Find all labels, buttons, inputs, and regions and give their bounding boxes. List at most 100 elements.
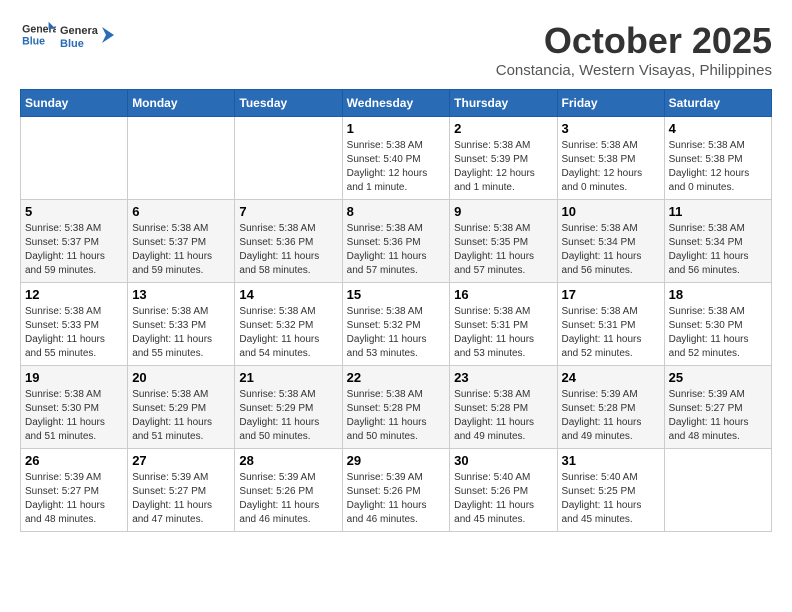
logo-arrow-icon bbox=[98, 25, 118, 45]
calendar-cell bbox=[235, 117, 342, 200]
day-info: Sunrise: 5:38 AM Sunset: 5:30 PM Dayligh… bbox=[25, 388, 123, 444]
calendar-cell: 21 Sunrise: 5:38 AM Sunset: 5:29 PM Dayli… bbox=[235, 366, 342, 449]
day-info: Sunrise: 5:39 AM Sunset: 5:28 PM Dayligh… bbox=[562, 388, 660, 444]
calendar-week-3: 12 Sunrise: 5:38 AM Sunset: 5:33 PM Dayli… bbox=[21, 283, 772, 366]
day-number: 22 bbox=[347, 370, 446, 385]
day-number: 26 bbox=[25, 453, 123, 468]
calendar-cell: 4Sunrise: 5:38 AM Sunset: 5:38 PM Daylig… bbox=[664, 117, 771, 200]
day-info: Sunrise: 5:38 AM Sunset: 5:37 PM Dayligh… bbox=[132, 222, 230, 278]
day-number: 10 bbox=[562, 204, 660, 219]
weekday-header-saturday: Saturday bbox=[664, 90, 771, 117]
day-info: Sunrise: 5:38 AM Sunset: 5:28 PM Dayligh… bbox=[454, 388, 552, 444]
svg-text:Blue: Blue bbox=[22, 36, 45, 48]
day-number: 1 bbox=[347, 121, 446, 136]
weekday-header-monday: Monday bbox=[128, 90, 235, 117]
day-number: 15 bbox=[347, 287, 446, 302]
logo-blue: Blue bbox=[60, 38, 84, 50]
day-info: Sunrise: 5:38 AM Sunset: 5:31 PM Dayligh… bbox=[562, 305, 660, 361]
calendar-table: SundayMondayTuesdayWednesdayThursdayFrid… bbox=[20, 89, 772, 532]
day-info: Sunrise: 5:38 AM Sunset: 5:34 PM Dayligh… bbox=[562, 222, 660, 278]
day-number: 5 bbox=[25, 204, 123, 219]
day-info: Sunrise: 5:40 AM Sunset: 5:26 PM Dayligh… bbox=[454, 471, 552, 527]
day-info: Sunrise: 5:38 AM Sunset: 5:38 PM Dayligh… bbox=[669, 139, 767, 195]
calendar-week-5: 26 Sunrise: 5:39 AM Sunset: 5:27 PM Dayli… bbox=[21, 449, 772, 532]
day-info: Sunrise: 5:38 AM Sunset: 5:36 PM Dayligh… bbox=[347, 222, 446, 278]
calendar-cell: 10 Sunrise: 5:38 AM Sunset: 5:34 PM Dayli… bbox=[557, 200, 664, 283]
calendar-cell: 18 Sunrise: 5:38 AM Sunset: 5:30 PM Dayli… bbox=[664, 283, 771, 366]
day-info: Sunrise: 5:40 AM Sunset: 5:25 PM Dayligh… bbox=[562, 471, 660, 527]
weekday-header-row: SundayMondayTuesdayWednesdayThursdayFrid… bbox=[21, 90, 772, 117]
day-number: 25 bbox=[669, 370, 767, 385]
day-number: 16 bbox=[454, 287, 552, 302]
month-title: October 2025 bbox=[496, 20, 772, 62]
day-info: Sunrise: 5:38 AM Sunset: 5:33 PM Dayligh… bbox=[25, 305, 123, 361]
day-number: 24 bbox=[562, 370, 660, 385]
logo: General Blue General Blue bbox=[20, 20, 118, 50]
weekday-header-thursday: Thursday bbox=[450, 90, 557, 117]
day-info: Sunrise: 5:38 AM Sunset: 5:32 PM Dayligh… bbox=[347, 305, 446, 361]
calendar-cell: 9Sunrise: 5:38 AM Sunset: 5:35 PM Daylig… bbox=[450, 200, 557, 283]
weekday-header-tuesday: Tuesday bbox=[235, 90, 342, 117]
day-info: Sunrise: 5:38 AM Sunset: 5:33 PM Dayligh… bbox=[132, 305, 230, 361]
calendar-cell: 25 Sunrise: 5:39 AM Sunset: 5:27 PM Dayli… bbox=[664, 366, 771, 449]
day-info: Sunrise: 5:38 AM Sunset: 5:29 PM Dayligh… bbox=[132, 388, 230, 444]
calendar-cell: 14Sunrise: 5:38 AM Sunset: 5:32 PM Dayli… bbox=[235, 283, 342, 366]
day-info: Sunrise: 5:38 AM Sunset: 5:30 PM Dayligh… bbox=[669, 305, 767, 361]
calendar-cell: 19Sunrise: 5:38 AM Sunset: 5:30 PM Dayli… bbox=[21, 366, 128, 449]
day-info: Sunrise: 5:39 AM Sunset: 5:26 PM Dayligh… bbox=[239, 471, 337, 527]
day-info: Sunrise: 5:39 AM Sunset: 5:26 PM Dayligh… bbox=[347, 471, 446, 527]
calendar-cell: 22 Sunrise: 5:38 AM Sunset: 5:28 PM Dayli… bbox=[342, 366, 450, 449]
day-number: 29 bbox=[347, 453, 446, 468]
calendar-cell: 31 Sunrise: 5:40 AM Sunset: 5:25 PM Dayli… bbox=[557, 449, 664, 532]
logo-icon: General Blue bbox=[20, 20, 56, 50]
day-number: 18 bbox=[669, 287, 767, 302]
calendar-cell: 23 Sunrise: 5:38 AM Sunset: 5:28 PM Dayli… bbox=[450, 366, 557, 449]
calendar-cell: 26Sunrise: 5:39 AM Sunset: 5:27 PM Dayli… bbox=[21, 449, 128, 532]
calendar-week-2: 5 Sunrise: 5:38 AM Sunset: 5:37 PM Daylig… bbox=[21, 200, 772, 283]
calendar-cell: 15 Sunrise: 5:38 AM Sunset: 5:32 PM Dayli… bbox=[342, 283, 450, 366]
day-info: Sunrise: 5:38 AM Sunset: 5:28 PM Dayligh… bbox=[347, 388, 446, 444]
calendar-cell: 8 Sunrise: 5:38 AM Sunset: 5:36 PM Daylig… bbox=[342, 200, 450, 283]
calendar-cell: 24 Sunrise: 5:39 AM Sunset: 5:28 PM Dayli… bbox=[557, 366, 664, 449]
day-number: 3 bbox=[562, 121, 660, 136]
calendar-cell: 29 Sunrise: 5:39 AM Sunset: 5:26 PM Dayli… bbox=[342, 449, 450, 532]
day-info: Sunrise: 5:38 AM Sunset: 5:40 PM Dayligh… bbox=[347, 139, 446, 195]
calendar-week-1: 1 Sunrise: 5:38 AM Sunset: 5:40 PM Daylig… bbox=[21, 117, 772, 200]
day-number: 8 bbox=[347, 204, 446, 219]
title-block: October 2025 Constancia, Western Visayas… bbox=[496, 20, 772, 79]
logo-bird-icon: General Blue bbox=[60, 20, 98, 50]
day-info: Sunrise: 5:39 AM Sunset: 5:27 PM Dayligh… bbox=[669, 388, 767, 444]
day-info: Sunrise: 5:38 AM Sunset: 5:29 PM Dayligh… bbox=[239, 388, 337, 444]
day-number: 14 bbox=[239, 287, 337, 302]
calendar-cell bbox=[21, 117, 128, 200]
day-info: Sunrise: 5:38 AM Sunset: 5:39 PM Dayligh… bbox=[454, 139, 552, 195]
day-number: 12 bbox=[25, 287, 123, 302]
day-info: Sunrise: 5:38 AM Sunset: 5:35 PM Dayligh… bbox=[454, 222, 552, 278]
calendar-cell: 6Sunrise: 5:38 AM Sunset: 5:37 PM Daylig… bbox=[128, 200, 235, 283]
calendar-cell: 27 Sunrise: 5:39 AM Sunset: 5:27 PM Dayli… bbox=[128, 449, 235, 532]
weekday-header-friday: Friday bbox=[557, 90, 664, 117]
calendar-cell: 11 Sunrise: 5:38 AM Sunset: 5:34 PM Dayli… bbox=[664, 200, 771, 283]
day-number: 23 bbox=[454, 370, 552, 385]
calendar-cell: 2 Sunrise: 5:38 AM Sunset: 5:39 PM Daylig… bbox=[450, 117, 557, 200]
location: Constancia, Western Visayas, Philippines bbox=[496, 62, 772, 79]
day-info: Sunrise: 5:39 AM Sunset: 5:27 PM Dayligh… bbox=[132, 471, 230, 527]
day-number: 11 bbox=[669, 204, 767, 219]
calendar-cell: 30Sunrise: 5:40 AM Sunset: 5:26 PM Dayli… bbox=[450, 449, 557, 532]
day-info: Sunrise: 5:38 AM Sunset: 5:34 PM Dayligh… bbox=[669, 222, 767, 278]
day-number: 2 bbox=[454, 121, 552, 136]
day-info: Sunrise: 5:38 AM Sunset: 5:38 PM Dayligh… bbox=[562, 139, 660, 195]
day-number: 31 bbox=[562, 453, 660, 468]
day-number: 21 bbox=[239, 370, 337, 385]
calendar-cell: 3 Sunrise: 5:38 AM Sunset: 5:38 PM Daylig… bbox=[557, 117, 664, 200]
calendar-cell: 17 Sunrise: 5:38 AM Sunset: 5:31 PM Dayli… bbox=[557, 283, 664, 366]
day-number: 28 bbox=[239, 453, 337, 468]
day-info: Sunrise: 5:38 AM Sunset: 5:31 PM Dayligh… bbox=[454, 305, 552, 361]
weekday-header-sunday: Sunday bbox=[21, 90, 128, 117]
calendar-cell: 5Sunrise: 5:38 AM Sunset: 5:37 PM Daylig… bbox=[21, 200, 128, 283]
calendar-cell: 13Sunrise: 5:38 AM Sunset: 5:33 PM Dayli… bbox=[128, 283, 235, 366]
day-number: 17 bbox=[562, 287, 660, 302]
calendar-body: 1 Sunrise: 5:38 AM Sunset: 5:40 PM Daylig… bbox=[21, 117, 772, 532]
day-number: 27 bbox=[132, 453, 230, 468]
calendar-cell: 7Sunrise: 5:38 AM Sunset: 5:36 PM Daylig… bbox=[235, 200, 342, 283]
